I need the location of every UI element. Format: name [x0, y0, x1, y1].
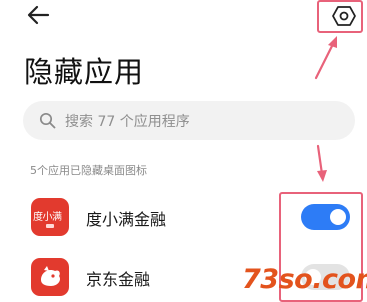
toggle-knob: [330, 209, 346, 225]
search-placeholder: 搜索 77 个应用程序: [65, 114, 190, 130]
toggle-hide-duxiaoman[interactable]: [301, 204, 350, 230]
back-button[interactable]: [24, 2, 54, 28]
app-icon-label: 度小满: [33, 212, 62, 223]
watermark: 73so.com: [242, 264, 367, 295]
app-name: 度小满金融: [86, 210, 167, 229]
app-name: 京东金融: [86, 270, 151, 289]
back-arrow-icon: [27, 5, 50, 25]
jd-dog-icon: [41, 266, 61, 286]
settings-gear-icon: [332, 6, 356, 26]
app-icon-jdfinance: [31, 258, 69, 296]
list-item: 度小满 度小满金融: [0, 192, 367, 242]
app-icon-mark: [46, 224, 54, 228]
search-icon: [39, 112, 56, 129]
app-icon-duxiaoman: 度小满: [31, 198, 69, 236]
page-title: 隐藏应用: [24, 55, 145, 89]
search-input[interactable]: 搜索 77 个应用程序: [23, 101, 355, 140]
settings-button[interactable]: [331, 4, 357, 28]
section-label: 5个应用已隐藏桌面图标: [30, 164, 147, 177]
